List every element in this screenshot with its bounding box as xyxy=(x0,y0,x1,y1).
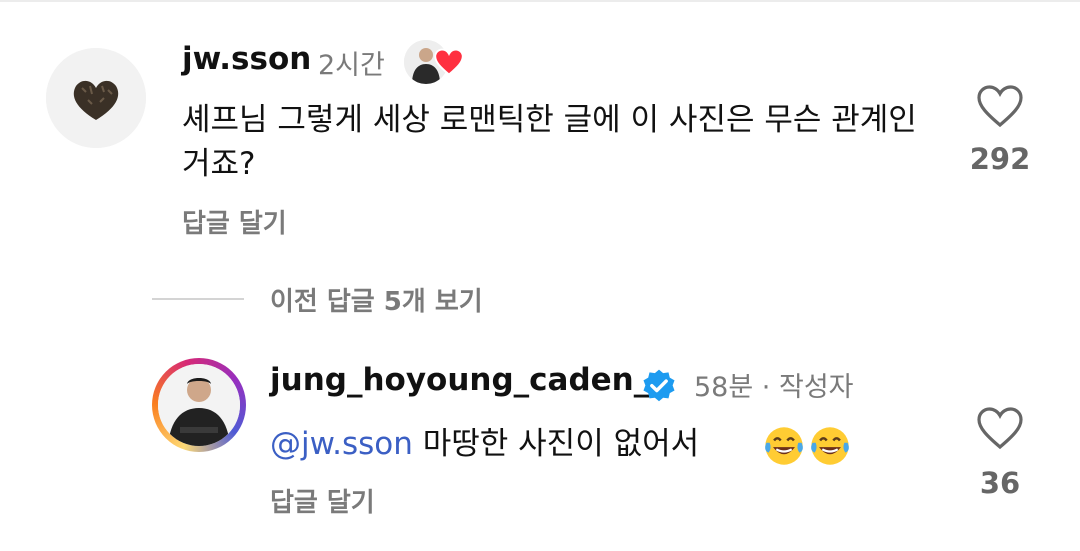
laughing-tears-emoji-icon xyxy=(811,427,849,465)
reply-meta: 58분 · 작성자 xyxy=(694,365,854,404)
reply-time: 58분 xyxy=(694,372,754,403)
comment-username[interactable]: jw.sson xyxy=(182,41,311,77)
reply-text: @jw.sson 마땅한 사진이 없어서 xyxy=(270,422,699,466)
like-count: 292 xyxy=(969,142,1031,176)
chef-portrait-image xyxy=(158,364,240,446)
meta-separator: · xyxy=(761,372,771,403)
reply-username[interactable]: jung_hoyoung_caden_ xyxy=(270,362,649,398)
heart-icon xyxy=(434,48,464,76)
avatar[interactable] xyxy=(46,48,146,148)
laughing-tears-emoji-icon xyxy=(765,427,803,465)
avatar xyxy=(158,364,240,446)
mention-link[interactable]: @jw.sson xyxy=(270,426,413,462)
reply-button[interactable]: 답글 달기 xyxy=(182,203,287,240)
view-previous-replies-button[interactable]: 이전 답글 5개 보기 xyxy=(270,281,483,318)
replies-divider-line xyxy=(152,298,244,300)
reply-button[interactable]: 답글 달기 xyxy=(270,482,375,519)
like-heart-icon[interactable] xyxy=(976,406,1024,450)
story-ring-avatar[interactable] xyxy=(152,358,246,452)
reply-body: 마땅한 사진이 없어서 xyxy=(422,426,700,462)
like-heart-icon[interactable] xyxy=(976,84,1024,128)
author-label: 작성자 xyxy=(778,372,854,403)
truffle-heart-image xyxy=(46,48,146,148)
comment-text: 셰프님 그렇게 세상 로맨틱한 글에 이 사진은 무슨 관계인거죠? xyxy=(182,102,917,182)
verified-badge-icon xyxy=(643,369,675,402)
like-count: 36 xyxy=(979,466,1021,500)
comment-time: 2시간 xyxy=(318,50,385,81)
top-divider xyxy=(0,0,1080,2)
